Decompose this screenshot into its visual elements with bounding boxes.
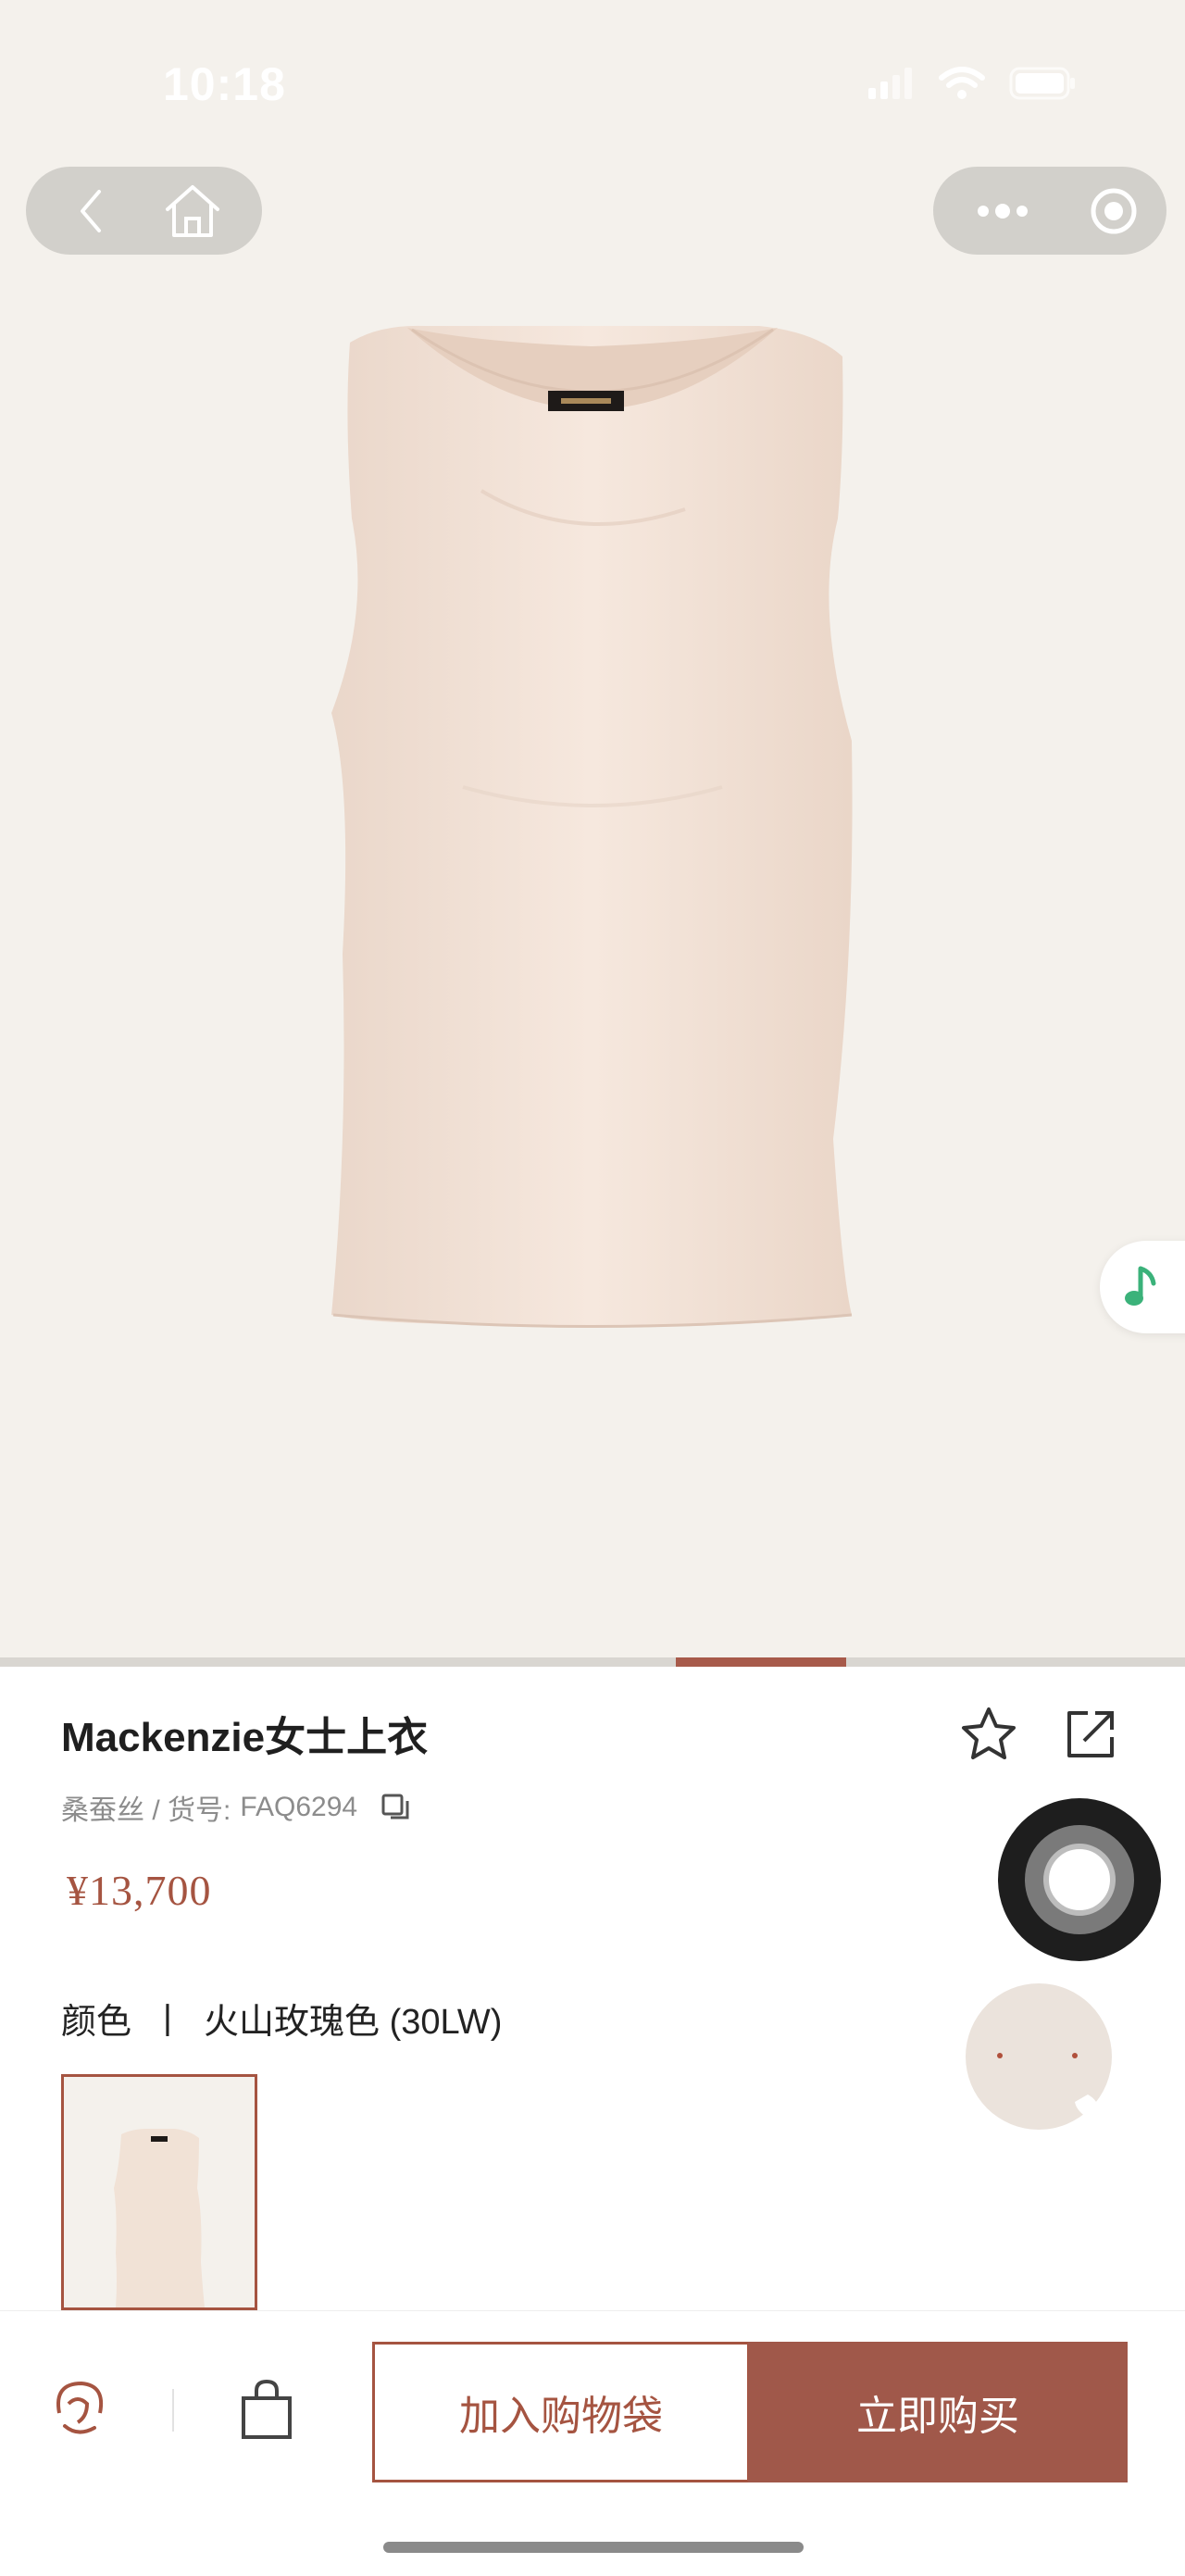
gallery-pager bbox=[0, 1657, 1185, 1667]
product-meta: 桑蚕丝 / 货号: FAQ6294 bbox=[61, 1787, 411, 1828]
bottom-action-bar: 加入购物袋 立即购买 bbox=[0, 2310, 1185, 2576]
favorite-button[interactable] bbox=[958, 1704, 1019, 1769]
miniprogram-capsule bbox=[933, 167, 1166, 255]
share-button[interactable] bbox=[1060, 1704, 1121, 1769]
more-button[interactable] bbox=[961, 167, 1044, 255]
sku-value: FAQ6294 bbox=[240, 1792, 358, 1822]
star-icon bbox=[962, 1707, 1016, 1759]
status-time: 10:18 bbox=[163, 58, 286, 110]
product-title: Mackenzie女士上衣 bbox=[61, 1715, 429, 1760]
target-icon bbox=[1091, 188, 1137, 233]
background-music-button[interactable] bbox=[1100, 1241, 1185, 1333]
wifi-icon bbox=[939, 67, 985, 99]
color-label: 颜色 bbox=[61, 2003, 132, 2042]
gallery-pager-active bbox=[676, 1657, 846, 1667]
product-hero-image[interactable]: 10:18 bbox=[0, 0, 1185, 1662]
bar-divider bbox=[172, 2389, 174, 2432]
headset-icon bbox=[56, 2381, 103, 2434]
home-icon bbox=[166, 184, 219, 237]
color-separator: 丨 bbox=[150, 2003, 186, 2042]
color-value: 火山玫瑰色 (30LW) bbox=[204, 2003, 503, 2042]
chevron-left-icon bbox=[81, 189, 101, 232]
back-button[interactable] bbox=[63, 167, 118, 255]
copy-icon bbox=[381, 1794, 409, 1819]
product-price: ¥13,700 bbox=[67, 1867, 212, 1914]
record-icon bbox=[1043, 1844, 1116, 1916]
music-note-icon bbox=[1125, 1266, 1156, 1306]
status-icons bbox=[868, 67, 1076, 100]
copy-sku-button[interactable] bbox=[380, 1792, 411, 1823]
shopping-bag-button[interactable] bbox=[236, 2378, 297, 2447]
product-photo bbox=[331, 325, 853, 1328]
share-icon bbox=[1067, 1711, 1114, 1757]
shopping-bag-icon bbox=[242, 2379, 292, 2439]
more-dots-icon bbox=[978, 203, 1028, 219]
thumbnail-image bbox=[114, 2129, 205, 2307]
signal-icon bbox=[868, 68, 912, 99]
customer-service-button[interactable] bbox=[46, 2376, 111, 2445]
add-to-bag-button[interactable]: 加入购物袋 bbox=[372, 2342, 750, 2482]
buy-now-button[interactable]: 立即购买 bbox=[748, 2342, 1128, 2482]
assistant-avatar[interactable] bbox=[966, 1983, 1112, 2130]
battery-icon bbox=[1009, 67, 1075, 100]
color-swatch-thumbnail[interactable] bbox=[61, 2074, 257, 2310]
material-label: 桑蚕丝 / 货号: bbox=[61, 1795, 231, 1826]
home-indicator[interactable] bbox=[383, 2542, 804, 2553]
close-miniprogram-button[interactable] bbox=[1072, 167, 1155, 255]
avatar-face-icon bbox=[997, 2053, 1099, 2122]
record-ring bbox=[1025, 1825, 1134, 1934]
screen-record-button[interactable] bbox=[998, 1798, 1161, 1961]
color-selector-row: 颜色 丨 火山玫瑰色 (30LW) bbox=[61, 1993, 502, 2044]
home-button[interactable] bbox=[156, 167, 230, 255]
nav-capsule bbox=[26, 167, 262, 255]
